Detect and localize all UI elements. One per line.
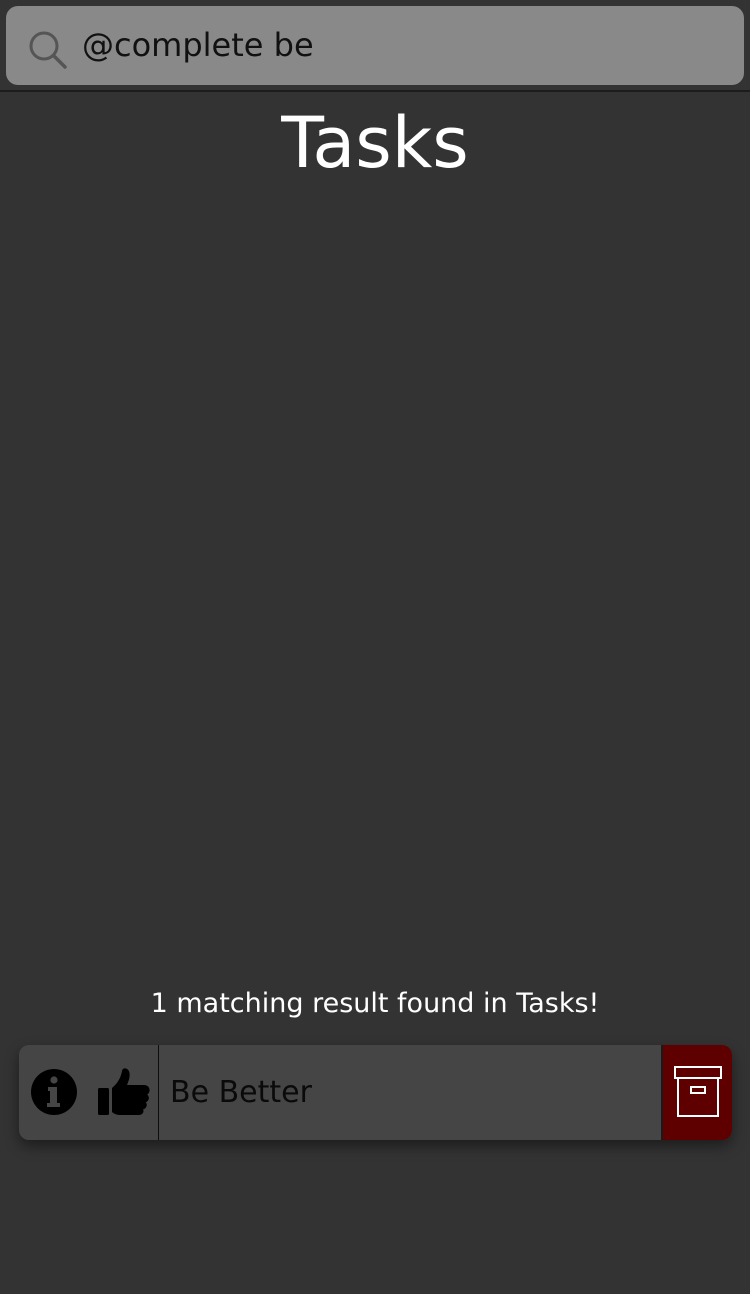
thumbs-up-icon[interactable] [97,1068,151,1116]
archive-button[interactable] [661,1045,732,1140]
page-title: Tasks [281,102,469,184]
task-card[interactable]: Be Better [19,1045,732,1140]
info-icon[interactable] [30,1068,78,1116]
task-actions [19,1045,159,1140]
search-input[interactable] [82,14,722,76]
result-summary: 1 matching result found in Tasks! [150,988,600,1019]
search-field[interactable] [6,6,744,85]
archive-icon [674,1066,722,1117]
search-icon [29,31,67,69]
task-title[interactable]: Be Better [170,1045,312,1140]
search-bar [0,0,750,92]
